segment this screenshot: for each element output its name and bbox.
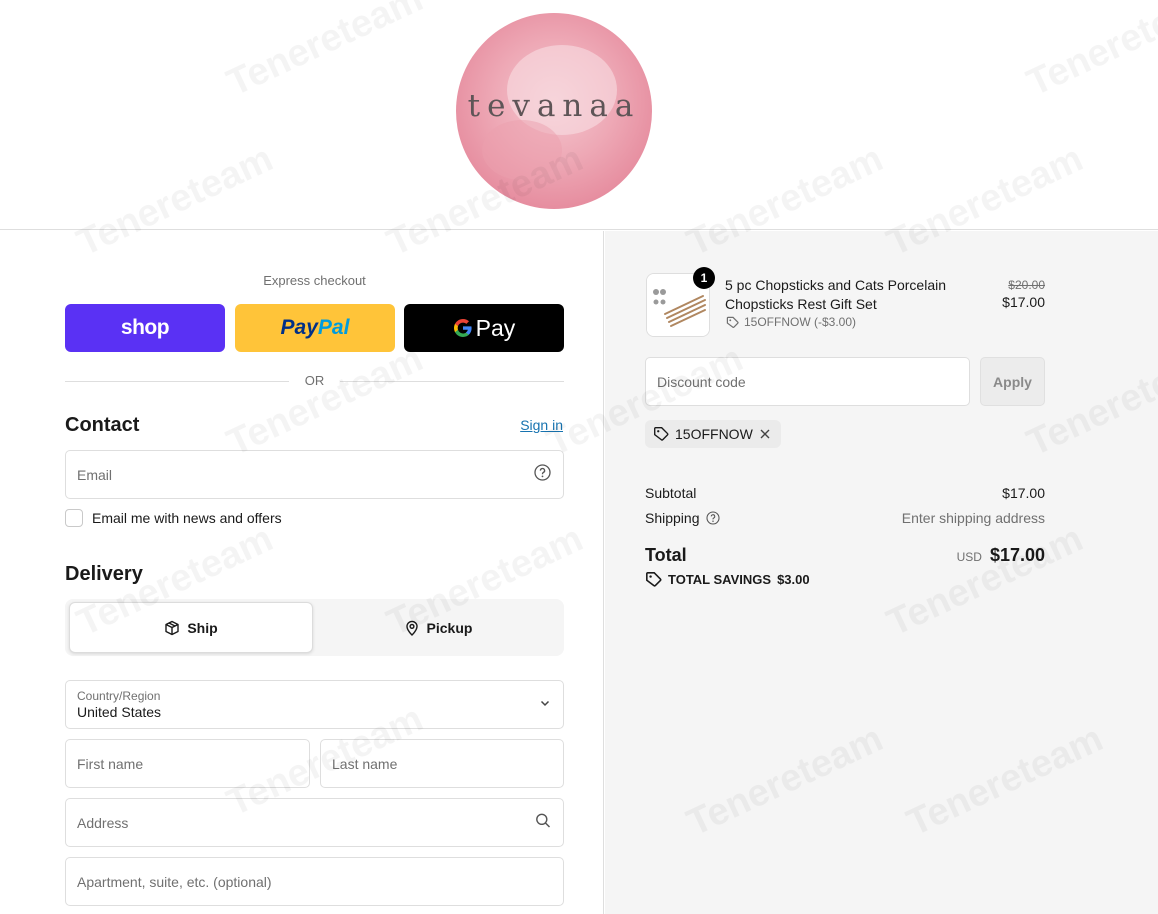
total-amount: $17.00 xyxy=(989,545,1045,565)
ship-label: Ship xyxy=(187,619,218,636)
remove-code-close-icon[interactable] xyxy=(759,428,771,440)
shipping-row: Shipping Enter shipping address xyxy=(645,510,1045,526)
total-label: Total xyxy=(645,545,687,565)
search-icon xyxy=(535,812,551,833)
country-value: United States xyxy=(77,704,162,720)
applied-discount-chip: 15OFFNOW xyxy=(645,420,781,448)
total-currency: USD xyxy=(956,550,982,564)
apply-button[interactable]: Apply xyxy=(980,357,1045,406)
product-name: 5 pc Chopsticks and Cats Porcelain Chops… xyxy=(725,277,946,312)
pickup-option[interactable]: Pickup xyxy=(316,602,560,653)
express-checkout-title: Express checkout xyxy=(263,273,366,288)
savings-label: TOTAL SAVINGS xyxy=(668,572,772,587)
country-select[interactable]: Country/Region United States xyxy=(65,680,564,729)
item-price: $17.00 xyxy=(1002,294,1045,310)
brand-logo[interactable]: tevanaa xyxy=(452,10,656,212)
product-discount-text: 15OFFNOW (-$3.00) xyxy=(744,315,857,329)
product-discount: 15OFFNOW (-$3.00) xyxy=(726,315,856,329)
discount-code-placeholder: Discount code xyxy=(657,373,746,390)
tag-icon xyxy=(726,316,739,328)
shop-pay-label: shop xyxy=(120,316,170,339)
google-pay-label: Pay xyxy=(453,314,516,342)
paypal-button[interactable]: PayPal xyxy=(235,304,395,352)
newsletter-label: Email me with news and offers xyxy=(92,510,282,526)
newsletter-checkbox[interactable] xyxy=(65,509,83,527)
pickup-label: Pickup xyxy=(426,619,473,636)
subtotal-row: Subtotal $17.00 xyxy=(645,485,1045,501)
contact-title: Contact xyxy=(65,414,140,436)
delivery-title: Delivery xyxy=(65,563,143,585)
address-field[interactable]: Address xyxy=(65,798,564,847)
paypal-label-pal: Pal xyxy=(317,316,350,339)
quantity-badge: 1 xyxy=(693,267,715,289)
address-placeholder: Address xyxy=(77,814,129,831)
shipping-label: Shipping xyxy=(645,510,700,526)
total-savings: TOTAL SAVINGS $3.00 xyxy=(645,571,810,588)
google-pay-button[interactable]: Pay xyxy=(404,304,564,352)
google-g-icon xyxy=(453,319,472,337)
email-placeholder: Email xyxy=(77,466,113,483)
savings-value: $3.00 xyxy=(777,572,810,587)
first-name-placeholder: First name xyxy=(77,755,144,772)
tag-icon xyxy=(654,427,669,441)
original-price: $20.00 xyxy=(1008,278,1045,292)
checkout-page: tevanaa Express checkout shop PayPal Pay xyxy=(0,0,1158,914)
paypal-label: PayPal xyxy=(281,316,350,340)
last-name-placeholder: Last name xyxy=(332,755,398,772)
first-name-field[interactable]: First name xyxy=(65,739,310,788)
sign-in-link[interactable]: Sign in xyxy=(520,417,563,433)
tag-icon xyxy=(646,572,662,587)
subtotal-label: Subtotal xyxy=(645,485,697,501)
apartment-placeholder: Apartment, suite, etc. (optional) xyxy=(77,873,272,890)
apartment-field[interactable]: Apartment, suite, etc. (optional) xyxy=(65,857,564,906)
header: tevanaa xyxy=(0,0,1158,230)
discount-code-field[interactable]: Discount code xyxy=(645,357,970,406)
total-value-wrap: USD $17.00 xyxy=(957,545,1045,566)
newsletter-row: Email me with news and offers xyxy=(65,509,282,527)
brand-logo-text: tevanaa xyxy=(467,88,641,124)
ship-option[interactable]: Ship xyxy=(69,602,313,653)
shop-pay-button[interactable]: shop xyxy=(65,304,225,352)
order-summary: 1 5 pc Chopsticks and Cats Porcelain Cho… xyxy=(605,231,1158,914)
applied-code-text: 15OFFNOW xyxy=(675,426,753,442)
box-icon xyxy=(165,620,180,635)
help-circle-icon[interactable] xyxy=(534,463,551,486)
help-circle-icon[interactable] xyxy=(705,511,720,525)
or-divider: OR xyxy=(65,371,564,391)
chevron-down-icon xyxy=(539,696,551,714)
subtotal-value: $17.00 xyxy=(1002,485,1045,501)
map-pin-icon xyxy=(405,620,418,636)
email-field[interactable]: Email xyxy=(65,450,564,499)
checkout-form: Express checkout shop PayPal Pay OR Cont… xyxy=(0,231,604,914)
divider-line-right xyxy=(340,381,564,382)
google-pay-text: Pay xyxy=(475,314,516,341)
delivery-method-toggle: Ship Pickup xyxy=(65,599,564,656)
country-label: Country/Region xyxy=(77,689,161,703)
last-name-field[interactable]: Last name xyxy=(320,739,564,788)
paypal-label-pay: Pay xyxy=(280,316,318,339)
shipping-value: Enter shipping address xyxy=(901,510,1045,526)
